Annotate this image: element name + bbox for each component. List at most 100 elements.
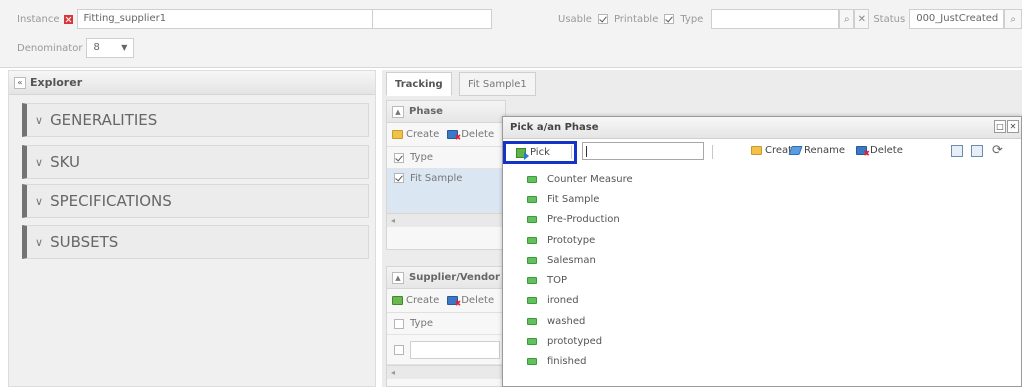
type-search-icon[interactable]: ⌕	[839, 9, 855, 29]
search-input[interactable]	[582, 142, 704, 160]
phase-create-button[interactable]: Create	[406, 129, 439, 140]
list-item[interactable]: ironed	[527, 291, 633, 311]
horizontal-scrollbar[interactable]: ◂	[387, 213, 505, 227]
phase-grid-header: Type	[387, 147, 505, 169]
accordion-specifications[interactable]: ∨ SPECIFICATIONS	[22, 184, 369, 218]
printable-checkbox[interactable]	[664, 14, 675, 24]
tab-tracking[interactable]: Tracking	[386, 72, 452, 96]
printable-label: Printable	[613, 13, 659, 25]
leaf-icon	[527, 338, 537, 346]
phase-delete-button[interactable]: Delete	[461, 129, 494, 140]
supplier-panel: ▲ Supplier/Vendor Create Delete Type ◂	[386, 266, 506, 387]
dialog-rename-button[interactable]: Rename	[788, 145, 845, 156]
tree-view-icon[interactable]	[951, 145, 963, 157]
denominator-label: Denominator	[17, 42, 83, 54]
explorer-title: Explorer	[30, 76, 83, 89]
list-item[interactable]: finished	[527, 352, 633, 372]
horizontal-scrollbar[interactable]: ◂	[387, 365, 505, 379]
instance-header: Instance Fitting_supplier1 Usable Printa…	[0, 0, 1022, 68]
chevron-down-icon: ∨	[35, 155, 44, 169]
create-icon	[392, 130, 403, 139]
required-icon	[63, 14, 73, 24]
create-icon	[751, 146, 762, 155]
list-item[interactable]: TOP	[527, 270, 633, 290]
dialog-toolbar: Pick Create Rename Delete ⟳	[503, 139, 1021, 165]
leaf-icon	[527, 358, 537, 366]
leaf-icon	[527, 195, 537, 203]
leaf-icon	[527, 216, 537, 224]
status-label: Status	[873, 13, 906, 25]
accordion-subsets[interactable]: ∨ SUBSETS	[22, 225, 369, 259]
list-item[interactable]: Fit Sample	[527, 189, 633, 209]
list-item[interactable]: Salesman	[527, 250, 633, 270]
dialog-delete-button[interactable]: Delete	[856, 145, 903, 158]
list-view-icon[interactable]	[971, 145, 983, 157]
tab-fit-sample1[interactable]: Fit Sample1	[459, 72, 536, 96]
list-item[interactable]: prototyped	[527, 331, 633, 351]
phase-tree: Counter Measure Fit Sample Pre-Productio…	[527, 169, 633, 372]
chevron-down-icon: ∨	[35, 235, 44, 249]
pick-button[interactable]: Pick	[503, 141, 577, 164]
usable-label: Usable	[558, 13, 592, 25]
phase-panel: ▲ Phase Create Delete Type Fit Sample ◂	[386, 100, 506, 250]
instance-label: Instance	[17, 13, 60, 25]
instance-input[interactable]: Fitting_supplier1	[76, 9, 419, 29]
type-label: Type	[680, 13, 704, 25]
row-checkbox[interactable]	[394, 344, 404, 355]
supplier-create-button[interactable]: Create	[406, 295, 439, 306]
refresh-icon[interactable]: ⟳	[992, 143, 1003, 158]
delete-icon	[447, 296, 461, 308]
supplier-type-input[interactable]	[410, 340, 500, 359]
explorer-header: « Explorer	[9, 71, 375, 95]
rename-icon	[788, 146, 803, 155]
pick-phase-dialog: Pick a/an Phase □ ✕ Pick Create Rename D…	[502, 116, 1022, 387]
leaf-icon	[527, 277, 537, 285]
collapse-icon[interactable]: ▲	[392, 105, 404, 118]
accordion-generalities[interactable]: ∨ GENERALITIES	[22, 103, 369, 137]
select-all-checkbox[interactable]	[394, 318, 404, 329]
chevron-down-icon: ▼	[121, 43, 128, 52]
pick-icon	[516, 147, 529, 160]
create-icon	[392, 296, 403, 305]
leaf-icon	[527, 317, 537, 325]
collapse-icon[interactable]: «	[14, 76, 26, 89]
instance-extra-input[interactable]	[372, 9, 492, 29]
row-checkbox[interactable]	[394, 173, 404, 183]
type-clear-icon[interactable]: ✕	[854, 9, 870, 29]
table-row[interactable]	[387, 335, 505, 365]
list-item[interactable]: washed	[527, 311, 633, 331]
collapse-icon[interactable]: ▲	[392, 271, 404, 284]
dialog-title: Pick a/an Phase	[510, 122, 599, 133]
supplier-toolbar: Create Delete	[387, 289, 505, 313]
status-input[interactable]: 000_JustCreated	[909, 9, 1005, 29]
maximize-icon[interactable]: □	[994, 120, 1006, 133]
list-item[interactable]: Prototype	[527, 230, 633, 250]
phase-toolbar: Create Delete	[387, 123, 505, 147]
dialog-header: Pick a/an Phase □ ✕	[503, 117, 1021, 139]
leaf-icon	[527, 297, 537, 305]
leaf-icon	[527, 256, 537, 264]
leaf-icon	[527, 175, 537, 183]
delete-icon	[856, 146, 870, 158]
status-search-icon[interactable]: ⌕	[1004, 9, 1022, 29]
chevron-down-icon: ∨	[35, 194, 44, 208]
type-input[interactable]	[711, 9, 840, 29]
explorer-panel: « Explorer ∨ GENERALITIES ∨ SKU ∨ SPECIF…	[8, 70, 376, 387]
toolbar-separator	[712, 145, 713, 159]
supplier-grid-header: Type	[387, 313, 505, 335]
chevron-down-icon: ∨	[35, 113, 44, 127]
close-icon[interactable]: ✕	[1007, 120, 1019, 133]
list-item[interactable]: Counter Measure	[527, 169, 633, 189]
supplier-delete-button[interactable]: Delete	[461, 295, 494, 306]
leaf-icon	[527, 236, 537, 244]
delete-icon	[447, 130, 461, 142]
table-row[interactable]: Fit Sample	[387, 169, 505, 213]
toolbar-separator	[571, 145, 572, 159]
denominator-select[interactable]: 8 ▼	[86, 38, 135, 58]
accordion-sku[interactable]: ∨ SKU	[22, 145, 369, 179]
phase-panel-header: ▲ Phase	[387, 101, 505, 123]
select-all-checkbox[interactable]	[394, 152, 404, 163]
supplier-panel-header: ▲ Supplier/Vendor	[387, 267, 505, 289]
list-item[interactable]: Pre-Production	[527, 210, 633, 230]
usable-checkbox[interactable]	[597, 14, 608, 24]
